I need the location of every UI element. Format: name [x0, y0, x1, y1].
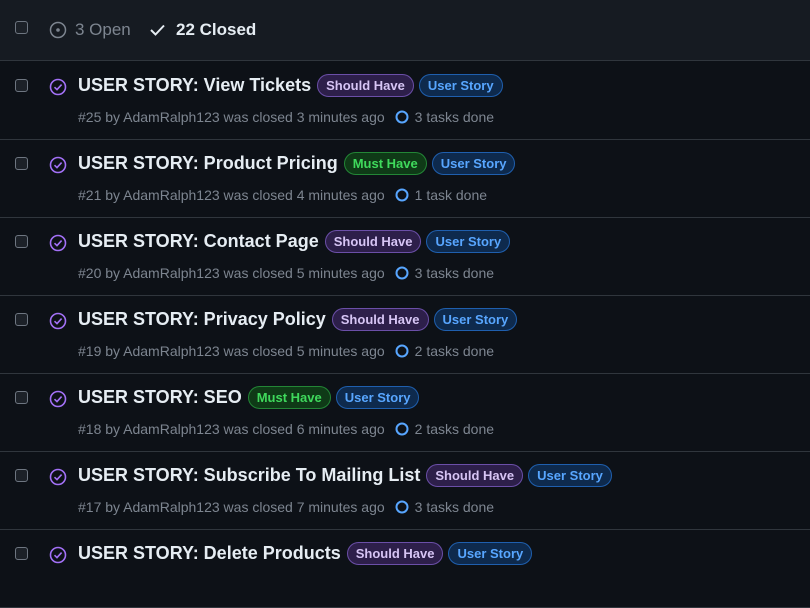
issue-meta: #21 by AdamRalph123 was closed 4 minutes… — [78, 187, 487, 203]
issue-meta-text[interactable]: #21 by AdamRalph123 was closed 4 minutes… — [78, 187, 385, 203]
open-issues-tab[interactable]: 3 Open — [49, 20, 131, 40]
issue-closed-icon — [49, 234, 67, 252]
issue-closed-icon — [49, 156, 67, 174]
type-label[interactable]: User Story — [431, 152, 516, 175]
issue-row[interactable]: USER STORY: SEO Must Have User Story #18… — [0, 374, 810, 452]
issue-meta-text[interactable]: #18 by AdamRalph123 was closed 6 minutes… — [78, 421, 385, 437]
issue-title-line: USER STORY: SEO Must Have User Story — [78, 386, 420, 409]
tasks-progress: 2 tasks done — [395, 421, 494, 437]
issues-list-header: 3 Open 22 Closed — [0, 0, 810, 61]
issue-meta: #18 by AdamRalph123 was closed 6 minutes… — [78, 421, 494, 437]
tasks-progress: 2 tasks done — [395, 343, 494, 359]
issue-row[interactable]: USER STORY: Contact Page Should Have Use… — [0, 218, 810, 296]
issue-meta-text[interactable]: #19 by AdamRalph123 was closed 5 minutes… — [78, 343, 385, 359]
priority-label[interactable]: Should Have — [331, 308, 429, 331]
task-progress-icon — [395, 344, 409, 358]
type-label[interactable]: User Story — [418, 74, 503, 97]
issue-closed-icon — [49, 468, 67, 486]
issue-checkbox[interactable] — [15, 469, 28, 482]
tasks-done-label: 2 tasks done — [414, 343, 495, 359]
issue-row[interactable]: USER STORY: Privacy Policy Should Have U… — [0, 296, 810, 374]
issue-row[interactable]: USER STORY: View Tickets Should Have Use… — [0, 62, 810, 140]
issue-checkbox[interactable] — [15, 235, 28, 248]
select-all-checkbox[interactable] — [15, 21, 28, 34]
issue-title-link[interactable]: USER STORY: Privacy Policy — [78, 309, 326, 330]
issue-title-link[interactable]: USER STORY: Subscribe To Mailing List — [78, 465, 420, 486]
type-label[interactable]: User Story — [448, 542, 533, 565]
issue-title-line: USER STORY: Contact Page Should Have Use… — [78, 230, 511, 253]
type-label[interactable]: User Story — [528, 464, 612, 487]
priority-label[interactable]: Should Have — [324, 230, 422, 253]
issue-title-link[interactable]: USER STORY: Contact Page — [78, 231, 319, 252]
type-label[interactable]: User Story — [426, 230, 511, 253]
issue-title-line: USER STORY: Product Pricing Must Have Us… — [78, 152, 516, 175]
issue-meta: #20 by AdamRalph123 was closed 5 minutes… — [78, 265, 494, 281]
task-progress-icon — [395, 500, 409, 514]
tasks-progress: 3 tasks done — [395, 265, 494, 281]
priority-label[interactable]: Must Have — [343, 152, 427, 175]
issue-closed-icon — [49, 312, 67, 330]
issue-meta-text[interactable]: #25 by AdamRalph123 was closed 3 minutes… — [78, 109, 385, 125]
closed-issues-tab[interactable]: 22 Closed — [149, 20, 256, 40]
priority-label[interactable]: Must Have — [247, 386, 331, 409]
issue-title-line: USER STORY: View Tickets Should Have Use… — [78, 74, 503, 97]
issue-checkbox[interactable] — [15, 313, 28, 326]
task-progress-icon — [395, 266, 409, 280]
issue-checkbox[interactable] — [15, 157, 28, 170]
issue-open-icon — [49, 21, 67, 39]
issue-meta-text[interactable]: #17 by AdamRalph123 was closed 7 minutes… — [78, 499, 385, 515]
tasks-done-label: 1 task done — [414, 187, 488, 203]
issue-title-line: USER STORY: Subscribe To Mailing List Sh… — [78, 464, 612, 487]
issue-checkbox[interactable] — [15, 547, 28, 560]
tasks-done-label: 3 tasks done — [414, 265, 495, 281]
priority-label[interactable]: Should Have — [346, 542, 444, 565]
type-label[interactable]: User Story — [335, 386, 420, 409]
tasks-progress: 3 tasks done — [395, 499, 494, 515]
tasks-progress: 1 task done — [395, 187, 487, 203]
priority-label[interactable]: Should Have — [317, 74, 414, 97]
tasks-done-label: 2 tasks done — [414, 421, 495, 437]
closed-issues-label: 22 Closed — [176, 20, 257, 39]
issue-checkbox[interactable] — [15, 79, 28, 92]
issue-closed-icon — [49, 546, 67, 564]
issue-title-link[interactable]: USER STORY: Product Pricing — [78, 153, 338, 174]
task-progress-icon — [395, 110, 409, 124]
issue-closed-icon — [49, 78, 67, 96]
issue-meta-text[interactable]: #20 by AdamRalph123 was closed 5 minutes… — [78, 265, 385, 281]
open-issues-label: 3 Open — [75, 20, 131, 39]
issue-title-line: USER STORY: Delete Products Should Have … — [78, 542, 533, 565]
check-icon — [150, 24, 165, 36]
issue-title-link[interactable]: USER STORY: View Tickets — [78, 75, 311, 96]
tasks-done-label: 3 tasks done — [414, 109, 495, 125]
issue-title-link[interactable]: USER STORY: Delete Products — [78, 543, 341, 564]
issue-row[interactable]: USER STORY: Subscribe To Mailing List Sh… — [0, 452, 810, 530]
issue-closed-icon — [49, 390, 67, 408]
issue-meta: #17 by AdamRalph123 was closed 7 minutes… — [78, 499, 494, 515]
priority-label[interactable]: Should Have — [426, 464, 524, 487]
task-progress-icon — [395, 422, 409, 436]
tasks-done-label: 3 tasks done — [414, 499, 495, 515]
issue-title-line: USER STORY: Privacy Policy Should Have U… — [78, 308, 518, 331]
type-label[interactable]: User Story — [433, 308, 518, 331]
tasks-progress: 3 tasks done — [395, 109, 494, 125]
issue-row[interactable]: USER STORY: Product Pricing Must Have Us… — [0, 140, 810, 218]
issue-checkbox[interactable] — [15, 391, 28, 404]
issue-title-link[interactable]: USER STORY: SEO — [78, 387, 242, 408]
issue-meta: #19 by AdamRalph123 was closed 5 minutes… — [78, 343, 494, 359]
issue-row[interactable]: USER STORY: Delete Products Should Have … — [0, 530, 810, 608]
issue-meta: #25 by AdamRalph123 was closed 3 minutes… — [78, 109, 494, 125]
task-progress-icon — [395, 188, 409, 202]
